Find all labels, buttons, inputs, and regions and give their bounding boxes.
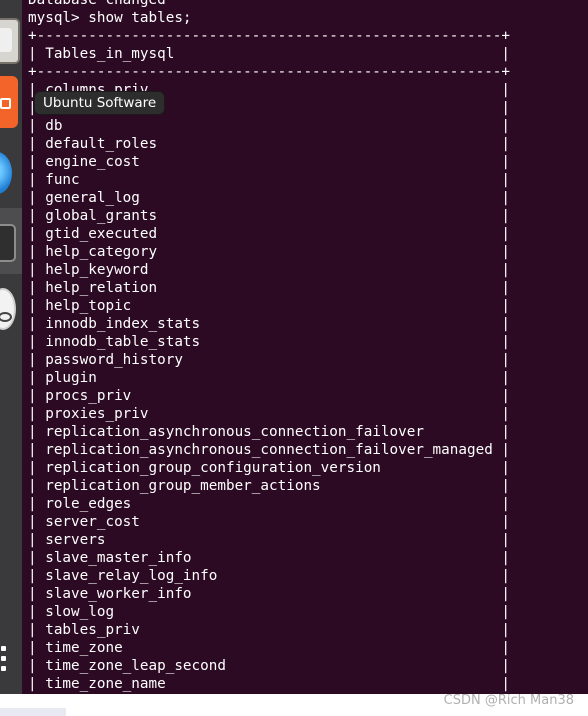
terminal-line: | slave_master_info | [28, 550, 511, 566]
terminal-line: | password_history | [28, 352, 511, 368]
terminal-line: | slave_relay_log_info | [28, 568, 511, 584]
files-icon[interactable] [0, 18, 20, 64]
apps-grid-icon[interactable] [0, 646, 8, 674]
terminal-line: | replication_asynchronous_connection_fa… [28, 442, 511, 458]
terminal-line: | global_grants | [28, 208, 511, 224]
terminal-line: | role_edges | [28, 496, 511, 512]
terminal-line: | replication_group_member_actions | [28, 478, 511, 494]
browser-icon[interactable] [0, 152, 12, 194]
terminal-line: | slave_worker_info | [28, 586, 511, 602]
terminal-line: | innodb_index_stats | [28, 316, 511, 332]
terminal-line: | procs_priv | [28, 388, 511, 404]
dock [0, 0, 22, 694]
terminal-icon[interactable] [0, 224, 16, 262]
terminal-line: | plugin | [28, 370, 511, 386]
terminal-line: | tables_priv | [28, 622, 511, 638]
bottom-tab [0, 708, 66, 716]
terminal-line: +---------------------------------------… [28, 28, 511, 44]
terminal-line: | time_zone | [28, 640, 511, 656]
ubuntu-software-icon[interactable] [0, 76, 18, 128]
terminal-line: | engine_cost | [28, 154, 511, 170]
watermark: CSDN @Rich Man38 [443, 693, 574, 708]
terminal-line: | time_zone_name | [28, 676, 511, 692]
terminal-line: | Tables_in_mysql | [28, 46, 511, 62]
terminal-line: | default_roles | [28, 136, 511, 152]
terminal-line: | replication_asynchronous_connection_fa… [28, 424, 511, 440]
terminal-line: | gtid_executed | [28, 226, 511, 242]
help-icon[interactable] [0, 288, 16, 330]
terminal-line: | help_topic | [28, 298, 511, 314]
terminal-line: | help_relation | [28, 280, 511, 296]
terminal-line: | replication_group_configuration_versio… [28, 460, 511, 476]
terminal-line: | servers | [28, 532, 511, 548]
terminal-line: | proxies_priv | [28, 406, 511, 422]
terminal-line: mysql> show tables; [28, 10, 192, 26]
terminal-line: | slow_log | [28, 604, 511, 620]
terminal-line: | help_keyword | [28, 262, 511, 278]
terminal-line: | help_category | [28, 244, 511, 260]
dock-tooltip: Ubuntu Software [34, 91, 166, 115]
terminal-line: | innodb_table_stats | [28, 334, 511, 350]
terminal-line: | general_log | [28, 190, 511, 206]
terminal-line: +---------------------------------------… [28, 64, 511, 80]
terminal-line: | db | [28, 118, 511, 134]
terminal-line: | time_zone_leap_second | [28, 658, 511, 674]
terminal-line: | func | [28, 172, 511, 188]
terminal-line: | server_cost | [28, 514, 511, 530]
terminal-line: Database changed [28, 0, 166, 8]
